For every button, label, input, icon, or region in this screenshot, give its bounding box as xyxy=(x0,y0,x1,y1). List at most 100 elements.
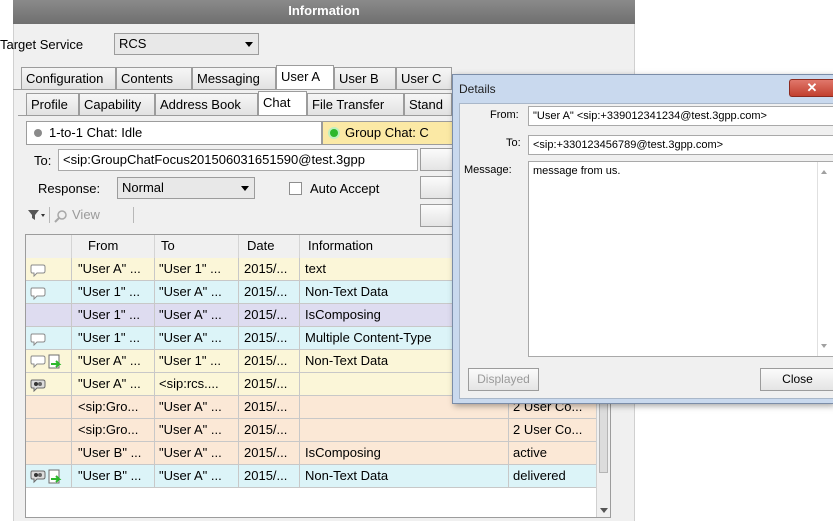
tab-user-a[interactable]: User A xyxy=(276,65,334,89)
auto-accept-checkbox[interactable] xyxy=(289,182,302,195)
response-select[interactable]: Normal xyxy=(117,177,255,199)
filter-icon[interactable] xyxy=(26,206,46,224)
message-bubble-icon xyxy=(30,333,46,349)
details-message-field[interactable]: message from us. xyxy=(528,161,833,357)
row-icon-cell xyxy=(26,327,72,350)
row-icon-cell xyxy=(26,419,72,442)
cell-date: 2015/... xyxy=(239,373,300,396)
column-header-icon xyxy=(26,235,72,258)
tab-file-transfer[interactable]: File Transfer xyxy=(307,93,404,115)
tab-configuration[interactable]: Configuration xyxy=(21,67,116,89)
column-header-from[interactable]: From xyxy=(72,235,155,258)
toolbar-button[interactable] xyxy=(420,204,453,227)
close-button[interactable]: Close xyxy=(760,368,833,391)
row-icon-cell xyxy=(26,281,72,304)
message-bubble-icon xyxy=(30,287,46,303)
cell-to: "User A" ... xyxy=(155,442,239,465)
view-button[interactable]: View xyxy=(54,206,126,224)
row-icon-cell xyxy=(26,304,72,327)
column-header-to[interactable]: To xyxy=(155,235,239,258)
view-label: View xyxy=(72,207,100,222)
window-title: Information xyxy=(13,0,635,24)
tab-user-c[interactable]: User C xyxy=(396,67,452,89)
chevron-down-icon xyxy=(241,186,249,191)
cell-to: "User A" ... xyxy=(155,419,239,442)
cell-date: 2015/... xyxy=(239,327,300,350)
message-file-icon xyxy=(30,354,62,373)
details-title: Details xyxy=(459,82,496,96)
details-message-text: message from us. xyxy=(533,165,621,177)
cell-from: "User B" ... xyxy=(72,442,155,465)
row-icon-cell xyxy=(26,465,72,488)
cell-extra: 2 User Co... xyxy=(509,419,598,442)
status-dot-icon xyxy=(34,128,42,137)
tab-messaging[interactable]: Messaging xyxy=(192,67,276,89)
scroll-up-icon[interactable] xyxy=(821,170,827,174)
cell-from: "User A" ... xyxy=(72,350,155,373)
tab-address-book[interactable]: Address Book xyxy=(155,93,258,115)
row-icon-cell xyxy=(26,442,72,465)
group-chat-status-text: Group Chat: C xyxy=(345,125,429,140)
cell-info xyxy=(300,419,509,442)
target-service-value: RCS xyxy=(119,36,147,51)
table-row[interactable]: <sip:Gro... "User A" ... 2015/... 2 User Co… xyxy=(26,419,598,442)
cell-to: <sip:rcs.... xyxy=(155,373,239,396)
to-label: To: xyxy=(34,153,52,168)
cell-to: "User A" ... xyxy=(155,327,239,350)
scroll-down-icon[interactable] xyxy=(600,508,608,513)
details-from-field[interactable]: "User A" <sip:+339012341234@test.3gpp.co… xyxy=(528,106,833,126)
accept-button[interactable] xyxy=(420,176,453,199)
tab-profile[interactable]: Profile xyxy=(26,93,79,115)
cell-date: 2015/... xyxy=(239,442,300,465)
cell-date: 2015/... xyxy=(239,350,300,373)
cell-date: 2015/... xyxy=(239,396,300,419)
tab-chat[interactable]: Chat xyxy=(258,91,307,115)
row-icon-cell xyxy=(26,396,72,419)
target-service-select[interactable]: RCS xyxy=(114,33,259,55)
tab-contents[interactable]: Contents xyxy=(116,67,192,89)
details-dialog: Details ✕ From: "User A" <sip:+339012341… xyxy=(452,74,833,404)
one-to-one-status: 1-to-1 Chat: Idle xyxy=(26,121,322,145)
cell-date: 2015/... xyxy=(239,258,300,281)
details-message-label: Message: xyxy=(464,164,512,176)
cell-to: "User 1" ... xyxy=(155,258,239,281)
cell-to: "User A" ... xyxy=(155,281,239,304)
one-to-one-status-text: 1-to-1 Chat: Idle xyxy=(49,125,143,140)
scroll-down-icon[interactable] xyxy=(821,344,827,348)
tab-standalone[interactable]: Stand xyxy=(404,93,452,115)
message-scrollbar[interactable] xyxy=(817,162,831,356)
table-row[interactable]: "User B" ... "User A" ... 2015/... IsCompos… xyxy=(26,442,598,465)
response-label: Response: xyxy=(38,181,101,196)
toolbar-separator xyxy=(49,207,50,223)
cell-date: 2015/... xyxy=(239,419,300,442)
cell-from: "User A" ... xyxy=(72,373,155,396)
group-message-icon xyxy=(30,379,46,395)
search-icon xyxy=(54,209,67,223)
row-icon-cell xyxy=(26,373,72,396)
details-to-field[interactable]: <sip:+330123456789@test.3gpp.com> xyxy=(528,135,833,155)
details-body: From: "User A" <sip:+339012341234@test.3… xyxy=(459,103,833,399)
close-icon[interactable]: ✕ xyxy=(789,79,833,97)
to-input[interactable]: <sip:GroupChatFocus201506031651590@test.… xyxy=(58,149,418,171)
cell-date: 2015/... xyxy=(239,304,300,327)
displayed-button[interactable]: Displayed xyxy=(468,368,539,391)
row-icon-cell xyxy=(26,258,72,281)
column-header-date[interactable]: Date xyxy=(239,235,300,258)
cell-date: 2015/... xyxy=(239,281,300,304)
toolbar-separator xyxy=(133,207,134,223)
target-service-label: Target Service xyxy=(0,37,84,52)
cell-from: "User A" ... xyxy=(72,258,155,281)
tab-user-b[interactable]: User B xyxy=(334,67,396,89)
cell-from: "User 1" ... xyxy=(72,327,155,350)
send-button[interactable] xyxy=(420,148,453,171)
table-row[interactable]: "User B" ... "User A" ... 2015/... Non-Text… xyxy=(26,465,598,488)
tab-capability[interactable]: Capability xyxy=(79,93,155,115)
cell-from: <sip:Gro... xyxy=(72,396,155,419)
group-message-file-icon xyxy=(30,469,62,488)
cell-date: 2015/... xyxy=(239,465,300,488)
group-chat-status: Group Chat: C xyxy=(322,121,453,145)
details-from-label: From: xyxy=(490,109,519,121)
cell-from: "User 1" ... xyxy=(72,304,155,327)
row-icon-cell xyxy=(26,350,72,373)
details-to-label: To: xyxy=(506,137,521,149)
